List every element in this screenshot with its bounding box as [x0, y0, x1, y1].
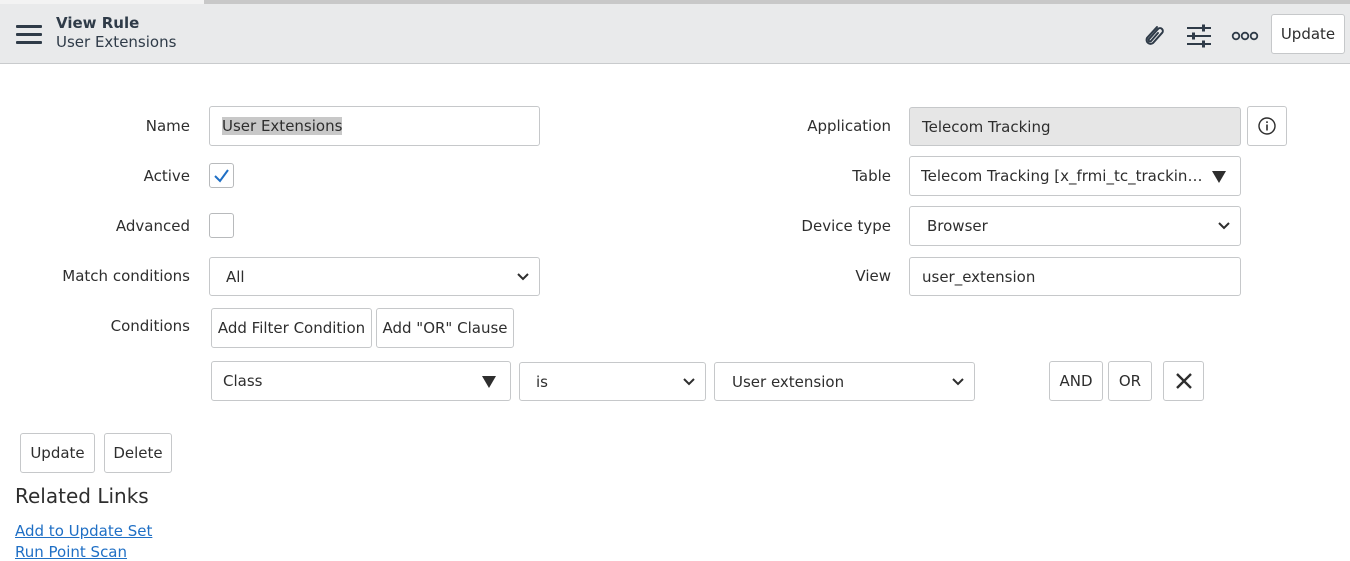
- name-input-value: User Extensions: [222, 117, 343, 135]
- view-value: user_extension: [922, 267, 1036, 286]
- chevron-down-icon: [1218, 222, 1230, 230]
- update-button[interactable]: Update: [20, 433, 95, 473]
- device-type-select[interactable]: Browser: [909, 206, 1241, 246]
- condition-value-value: User extension: [732, 372, 845, 391]
- chevron-down-icon: [517, 273, 529, 281]
- device-type-value: Browser: [927, 217, 988, 235]
- run-point-scan-link[interactable]: Run Point Scan: [15, 543, 127, 561]
- sliders-icon[interactable]: [1184, 21, 1214, 51]
- menu-icon[interactable]: [16, 25, 42, 45]
- condition-value-select[interactable]: User extension: [714, 362, 975, 401]
- delete-button[interactable]: Delete: [104, 433, 172, 473]
- paperclip-icon[interactable]: [1138, 21, 1168, 51]
- application-info-button[interactable]: [1247, 106, 1287, 146]
- add-filter-condition-button[interactable]: Add Filter Condition: [211, 308, 372, 348]
- related-links-title: Related Links: [15, 484, 149, 508]
- close-icon: [1175, 373, 1192, 389]
- active-checkbox[interactable]: [209, 163, 234, 188]
- and-button[interactable]: AND: [1049, 361, 1103, 401]
- header-subtitle: User Extensions: [56, 33, 177, 51]
- application-label: Application: [807, 117, 891, 135]
- header-title: View Rule: [56, 14, 140, 32]
- device-type-label: Device type: [801, 217, 891, 235]
- table-select[interactable]: Telecom Tracking [x_frmi_tc_tracking_t…: [909, 156, 1241, 196]
- application-field: Telecom Tracking: [909, 107, 1241, 146]
- chevron-down-icon: [952, 378, 964, 386]
- more-icon[interactable]: [1230, 21, 1260, 51]
- info-icon: [1258, 117, 1276, 135]
- active-label: Active: [143, 167, 190, 185]
- name-input[interactable]: User Extensions: [209, 106, 540, 146]
- match-conditions-select[interactable]: All: [209, 257, 540, 296]
- view-label: View: [855, 267, 891, 285]
- remove-condition-button[interactable]: [1163, 361, 1204, 401]
- condition-field-select[interactable]: Class: [211, 361, 511, 401]
- match-conditions-value: All: [226, 267, 245, 286]
- or-button[interactable]: OR: [1108, 361, 1152, 401]
- application-value: Telecom Tracking: [922, 117, 1051, 136]
- table-value: Telecom Tracking [x_frmi_tc_tracking_t…: [921, 167, 1203, 185]
- form-header: View Rule User Extensions Update: [0, 4, 1350, 64]
- advanced-label: Advanced: [115, 217, 190, 235]
- triangle-down-icon: [482, 376, 496, 388]
- conditions-label: Conditions: [110, 317, 190, 335]
- chevron-down-icon: [683, 378, 695, 386]
- triangle-down-icon: [1212, 171, 1226, 183]
- match-conditions-label: Match conditions: [62, 267, 190, 285]
- advanced-checkbox[interactable]: [209, 213, 234, 238]
- condition-operator-value: is: [536, 372, 548, 391]
- check-icon: [214, 169, 229, 183]
- name-label: Name: [145, 117, 190, 135]
- view-input[interactable]: user_extension: [909, 257, 1241, 296]
- condition-operator-select[interactable]: is: [519, 362, 706, 401]
- header-update-button[interactable]: Update: [1271, 14, 1345, 54]
- condition-field-value: Class: [223, 372, 263, 390]
- table-label: Table: [852, 167, 891, 185]
- add-to-update-set-link[interactable]: Add to Update Set: [15, 522, 152, 540]
- add-or-clause-button[interactable]: Add "OR" Clause: [376, 308, 514, 348]
